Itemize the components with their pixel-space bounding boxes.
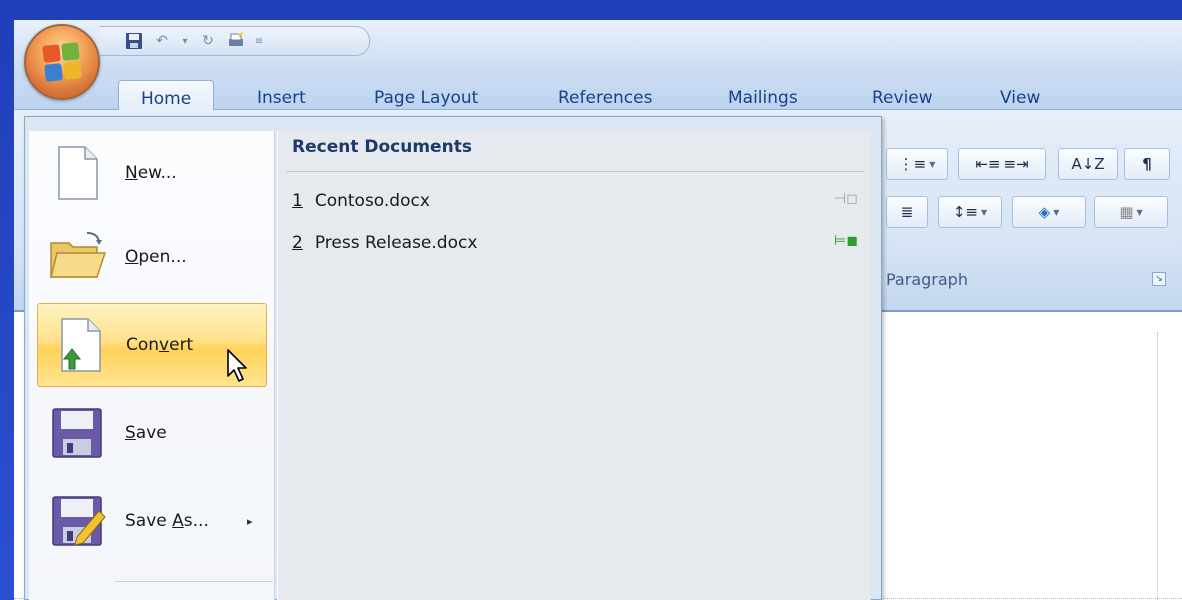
menu-item-label: New...	[125, 163, 177, 183]
chevron-down-icon: ▼	[980, 207, 988, 217]
menu-item-new[interactable]: New...	[37, 131, 267, 215]
title-bar: ↶ ▾ ↻ ≡	[14, 20, 1182, 78]
redo-icon[interactable]: ↻	[196, 30, 220, 52]
paragraph-group-label: Paragraph	[886, 270, 968, 289]
recent-documents-panel: Recent Documents 1 Contoso.docx ⊣◻ 2 Pre…	[277, 131, 871, 600]
convert-icon	[61, 318, 101, 372]
increase-indent-icon[interactable]: ≡⇥	[1004, 155, 1029, 173]
save-as-icon	[52, 496, 106, 546]
tab-insert[interactable]: Insert	[257, 88, 306, 108]
menu-item-label: Save	[125, 423, 167, 443]
customize-toolbar-icon[interactable]: ≡	[252, 30, 266, 52]
undo-icon[interactable]: ↶	[150, 30, 174, 52]
recent-item-name: Press Release.docx	[314, 233, 478, 253]
chevron-down-icon: ▼	[1136, 207, 1143, 217]
divider	[286, 171, 864, 172]
save-disk-icon	[52, 408, 102, 458]
open-folder-icon	[50, 232, 107, 278]
dialog-launcher-icon[interactable]: ↘	[1152, 272, 1166, 286]
office-button[interactable]	[24, 24, 100, 100]
pinned-pin-icon[interactable]: ⊨◼	[834, 233, 858, 249]
multilevel-list-button[interactable]: ⋮≡ ▼	[886, 148, 948, 180]
menu-item-label: Open...	[125, 247, 187, 267]
indent-buttons: ⇤≡ ≡⇥	[958, 148, 1046, 180]
tab-review[interactable]: Review	[872, 88, 933, 108]
sort-button[interactable]: A↓Z	[1058, 148, 1118, 180]
document-page[interactable]	[884, 320, 1182, 600]
ribbon-tabs: Home Insert Page Layout References Maili…	[14, 78, 1182, 111]
submenu-arrow-icon: ▸	[247, 514, 253, 528]
word-window: ↶ ▾ ↻ ≡ Home Insert Page Layout Referenc…	[14, 20, 1182, 600]
tab-mailings[interactable]: Mailings	[728, 88, 798, 108]
justify-icon: ≣	[900, 203, 914, 221]
sort-icon: A↓Z	[1071, 155, 1105, 173]
recent-item-number: 2	[292, 233, 303, 253]
menu-item-save-as[interactable]: Save As... ▸	[37, 479, 267, 563]
save-icon[interactable]	[122, 30, 146, 52]
recent-item-name: Contoso.docx	[314, 191, 430, 211]
borders-icon: ▦	[1119, 203, 1134, 221]
tab-page-layout[interactable]: Page Layout	[374, 88, 478, 108]
unpinned-pin-icon[interactable]: ⊣◻	[834, 191, 858, 207]
borders-button[interactable]: ▦ ▼	[1094, 196, 1168, 228]
line-spacing-button[interactable]: ↕≡ ▼	[938, 196, 1002, 228]
chevron-down-icon: ▼	[929, 159, 936, 169]
justify-button[interactable]: ≣	[886, 196, 928, 228]
recent-documents-title: Recent Documents	[292, 137, 472, 157]
new-document-icon	[58, 146, 98, 200]
line-spacing-icon: ↕≡	[952, 203, 978, 221]
menu-item-save[interactable]: Save	[37, 391, 267, 475]
recent-item-1[interactable]: 1 Contoso.docx	[292, 191, 430, 211]
pilcrow-icon: ¶	[1142, 155, 1152, 173]
page-margin-guide	[1157, 332, 1158, 600]
shading-button[interactable]: ◈ ▼	[1012, 196, 1086, 228]
menu-separator	[115, 581, 273, 582]
recent-item-number: 1	[292, 191, 303, 211]
shading-icon: ◈	[1038, 203, 1051, 221]
show-hide-button[interactable]: ¶	[1124, 148, 1170, 180]
recent-item-2[interactable]: 2 Press Release.docx	[292, 233, 477, 253]
menu-item-open[interactable]: Open...	[37, 215, 267, 299]
menu-item-label: Save As...	[125, 511, 209, 531]
office-menu: New... Open... Convert Save Save As... ▸…	[24, 116, 882, 600]
quick-print-icon[interactable]	[224, 30, 248, 52]
quick-access-toolbar: ↶ ▾ ↻ ≡	[100, 26, 370, 56]
multilevel-list-icon: ⋮≡	[898, 155, 927, 173]
menu-item-label: Convert	[126, 335, 194, 355]
decrease-indent-icon[interactable]: ⇤≡	[975, 155, 1000, 173]
mouse-cursor-icon	[227, 349, 247, 382]
undo-dropdown-icon[interactable]: ▾	[178, 30, 192, 52]
office-logo-icon	[42, 42, 82, 82]
tab-home[interactable]: Home	[118, 80, 215, 111]
chevron-down-icon: ▼	[1053, 207, 1060, 217]
tab-view[interactable]: View	[1000, 88, 1040, 108]
tab-references[interactable]: References	[558, 88, 652, 108]
